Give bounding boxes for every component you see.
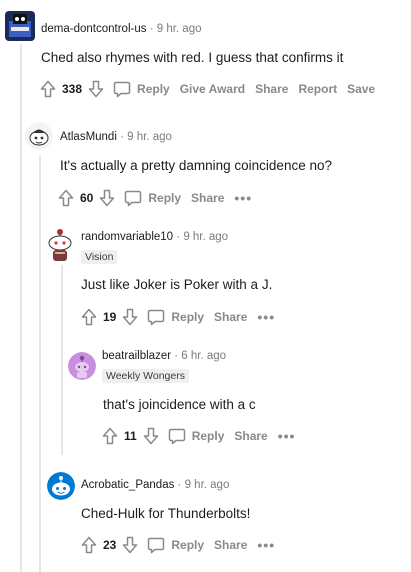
comment-meta: dema-dontcontrol-us · 9 hr. ago	[41, 23, 202, 35]
share-button[interactable]: Share	[214, 538, 247, 552]
username[interactable]: AtlasMundi	[60, 131, 117, 143]
comment-body: that's joincidence with a c	[103, 397, 256, 412]
comment-bubble-icon	[147, 308, 165, 326]
username[interactable]: Acrobatic_Pandas	[81, 479, 174, 491]
comment-actions: 60 Reply Share •••	[57, 187, 252, 209]
comment-bubble-icon	[168, 427, 186, 445]
meta-separator: ·	[177, 479, 182, 491]
downvote-icon[interactable]	[121, 307, 139, 327]
avatar[interactable]	[47, 472, 75, 500]
downvote-icon[interactable]	[142, 426, 160, 446]
more-options-button[interactable]: •••	[257, 537, 275, 553]
reply-label: Reply	[137, 82, 170, 96]
username[interactable]: beatrailblazer	[102, 350, 171, 362]
save-button[interactable]: Save	[347, 82, 375, 96]
comment-meta: Acrobatic_Pandas · 9 hr. ago	[81, 479, 229, 491]
vote-score: 19	[103, 310, 117, 324]
reply-button[interactable]: Reply	[147, 308, 204, 326]
thread-line-level-1[interactable]	[39, 156, 41, 572]
reply-button[interactable]: Reply	[124, 189, 181, 207]
avatar[interactable]	[45, 228, 75, 262]
thread-line-level-2[interactable]	[61, 265, 63, 455]
more-options-button[interactable]: •••	[234, 190, 252, 206]
share-button[interactable]: Share	[191, 191, 224, 205]
meta-separator: ·	[149, 23, 154, 35]
upvote-icon[interactable]	[39, 79, 57, 99]
meta-separator: ·	[176, 231, 181, 243]
snoo-avatar-icon	[68, 352, 96, 380]
share-button[interactable]: Share	[255, 82, 288, 96]
more-options-button[interactable]: •••	[278, 428, 296, 444]
meta-separator: ·	[120, 131, 124, 143]
comment-body: Ched also rhymes with red. I guess that …	[41, 50, 344, 65]
comment-actions: 19 Reply Share •••	[80, 306, 275, 328]
reply-label: Reply	[191, 429, 225, 443]
upvote-icon[interactable]	[80, 307, 98, 327]
upvote-icon[interactable]	[57, 188, 75, 208]
comment-actions: 338 Reply Give Award Share Report Save	[39, 78, 375, 100]
upvote-icon[interactable]	[80, 535, 98, 555]
timestamp[interactable]: 9 hr. ago	[157, 23, 202, 35]
downvote-icon[interactable]	[121, 535, 139, 555]
downvote-icon[interactable]	[87, 79, 105, 99]
reply-button[interactable]: Reply	[168, 427, 225, 445]
username[interactable]: randomvariable10	[81, 231, 173, 243]
upvote-icon[interactable]	[101, 426, 119, 446]
vote-score: 11	[124, 429, 137, 443]
vote-score: 338	[62, 82, 83, 96]
comment-body: Ched-Hulk for Thunderbolts!	[81, 506, 251, 521]
user-flair: Weekly Wongers	[102, 369, 189, 383]
comment-meta: beatrailblazer · 6 hr. ago	[102, 350, 226, 362]
avatar[interactable]	[68, 352, 96, 380]
comment-meta: AtlasMundi · 9 hr. ago	[60, 131, 172, 143]
avatar[interactable]	[25, 122, 53, 150]
comment-bubble-icon	[113, 80, 131, 98]
reply-button[interactable]: Reply	[113, 80, 170, 98]
avatar[interactable]	[5, 11, 35, 41]
reply-label: Reply	[148, 191, 182, 205]
user-avatar-icon	[5, 11, 35, 41]
give-award-button[interactable]: Give Award	[180, 82, 245, 96]
meta-separator: ·	[174, 350, 179, 362]
share-button[interactable]: Share	[214, 310, 247, 324]
vote-score: 23	[103, 538, 117, 552]
comment-body: It's actually a pretty damning coinciden…	[60, 158, 332, 173]
comment-bubble-icon	[147, 536, 165, 554]
reply-label: Reply	[171, 310, 205, 324]
timestamp[interactable]: 9 hr. ago	[183, 231, 228, 243]
timestamp[interactable]: 9 hr. ago	[127, 131, 172, 143]
snoo-avatar-icon	[48, 229, 72, 261]
comment-actions: 11 Reply Share •••	[101, 425, 295, 447]
vote-score: 60	[80, 191, 94, 205]
snoo-avatar-icon	[47, 472, 75, 500]
timestamp[interactable]: 6 hr. ago	[181, 350, 226, 362]
more-options-button[interactable]: •••	[257, 309, 275, 325]
report-button[interactable]: Report	[298, 82, 337, 96]
user-flair: Vision	[81, 250, 118, 264]
snoo-avatar-icon	[25, 122, 53, 150]
reply-button[interactable]: Reply	[147, 536, 204, 554]
timestamp[interactable]: 9 hr. ago	[185, 479, 230, 491]
username[interactable]: dema-dontcontrol-us	[41, 23, 146, 35]
reply-label: Reply	[171, 538, 205, 552]
thread-line-level-0[interactable]	[20, 44, 22, 572]
comment-body: Just like Joker is Poker with a J.	[81, 277, 273, 292]
comment-meta: randomvariable10 · 9 hr. ago	[81, 231, 228, 243]
share-button[interactable]: Share	[234, 429, 267, 443]
downvote-icon[interactable]	[98, 188, 116, 208]
comment-bubble-icon	[124, 189, 142, 207]
comment-actions: 23 Reply Share •••	[80, 534, 275, 556]
